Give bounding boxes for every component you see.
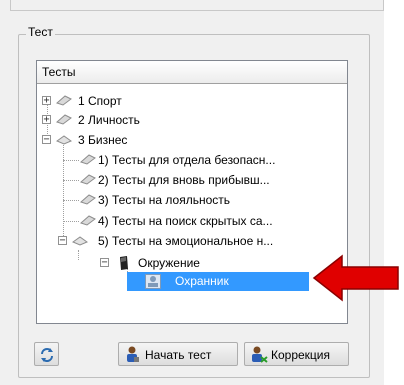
book-icon: [80, 174, 96, 185]
groupbox-title: Тест: [26, 25, 55, 39]
tree-node-business[interactable]: − 3 Бизнес: [42, 131, 242, 149]
tree-connector: [63, 160, 79, 161]
open-book-icon: [56, 135, 72, 145]
tree-node-label: 2 Личность: [78, 113, 140, 127]
tree-connector: [63, 221, 79, 222]
tree-connector: [78, 250, 79, 260]
tree-node-environment[interactable]: − Окружение: [100, 254, 300, 272]
tree-node-personality[interactable]: + 2 Личность: [42, 111, 242, 129]
tree-node-label: 5) Тесты на эмоциональное н...: [98, 234, 274, 248]
tree-node-label: 3) Тесты на лояльность: [98, 193, 231, 207]
book-icon: [80, 194, 96, 205]
refresh-icon: [41, 348, 53, 362]
book-icon: [56, 95, 72, 106]
collapse-icon[interactable]: −: [100, 258, 109, 268]
tree-node-label: 1) Тесты для отдела безопасн...: [98, 153, 276, 167]
tree-connector: [63, 180, 79, 181]
tree-node-newcomer-tests[interactable]: 2) Тесты для вновь прибывш...: [80, 171, 346, 189]
tree-node-guard-selected[interactable]: Охранник: [127, 272, 309, 291]
start-test-label: Начать тест: [145, 348, 212, 362]
tree-node-label: Охранник: [175, 274, 229, 288]
tree-node-label: Окружение: [138, 256, 200, 270]
collapse-icon[interactable]: −: [58, 236, 67, 246]
correction-label: Коррекция: [271, 348, 331, 362]
tree-connector: [63, 200, 79, 201]
book-icon: [80, 154, 96, 165]
test-item-icon: [120, 256, 128, 270]
refresh-button[interactable]: [34, 342, 59, 366]
user-edit-icon: [252, 346, 268, 363]
top-panel-edge: [10, 0, 384, 11]
collapse-icon[interactable]: −: [42, 135, 51, 145]
tree-column-header[interactable]: Тесты: [37, 61, 347, 84]
tree-header-label: Тесты: [42, 65, 76, 79]
tree-node-label: 2) Тесты для вновь прибывш...: [98, 173, 270, 187]
tree-node-loyalty-tests[interactable]: 3) Тесты на лояльность: [80, 191, 346, 209]
tree-node-emotional-tests[interactable]: − 5) Тесты на эмоциональное н...: [58, 232, 346, 250]
tree-node-hidden-search-tests[interactable]: 4) Тесты на поиск скрытых са...: [80, 212, 346, 230]
person-card-icon: [145, 274, 161, 289]
book-icon: [56, 114, 72, 125]
user-icon: [127, 346, 139, 362]
tree-node-sport[interactable]: + 1 Спорт: [42, 92, 242, 110]
tree-node-security-tests[interactable]: 1) Тесты для отдела безопасн...: [80, 151, 346, 169]
book-icon: [80, 215, 96, 226]
tree-node-label: 1 Спорт: [78, 94, 122, 108]
start-test-button[interactable]: Начать тест: [118, 342, 238, 366]
tree-node-label: 3 Бизнес: [78, 133, 128, 147]
correction-button[interactable]: Коррекция: [244, 342, 349, 366]
expand-icon[interactable]: +: [42, 115, 51, 125]
open-book-icon: [72, 236, 88, 246]
expand-icon[interactable]: +: [42, 96, 51, 106]
tree-connector: [63, 142, 64, 240]
tree-node-label: 4) Тесты на поиск скрытых са...: [98, 214, 273, 228]
red-arrow-icon: [312, 254, 399, 302]
